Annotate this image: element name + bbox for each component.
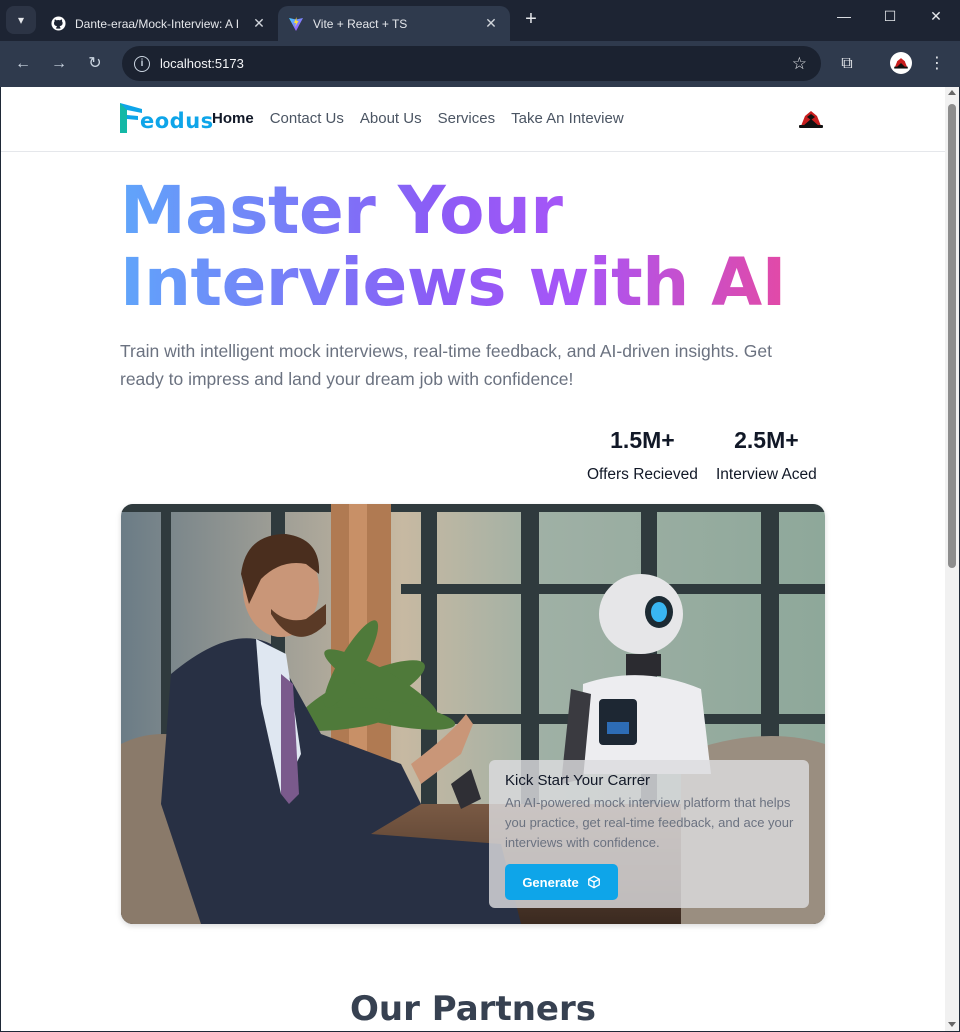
close-window-button[interactable]: ✕ (913, 8, 959, 25)
partners-title: Our Partners (350, 989, 596, 1029)
site-header: eodus Home Contact Us About Us Services … (1, 87, 945, 152)
browser-tab-bar: ▾ Dante-eraa/Mock-Interview: A I ✕ Vite … (0, 0, 960, 41)
stat-label: Interview Aced (716, 466, 817, 483)
tab-title: Dante-eraa/Mock-Interview: A I (75, 16, 240, 31)
logo-mark-icon (120, 103, 142, 133)
tab-close-icon[interactable]: ✕ (250, 15, 268, 32)
stat-value: 1.5M+ (610, 427, 675, 453)
extensions-icon[interactable]: ⧉ (836, 53, 858, 75)
site-logo[interactable]: eodus (120, 103, 214, 133)
nav-contact-us[interactable]: Contact Us (270, 110, 344, 127)
scrollbar-thumb[interactable] (948, 104, 956, 568)
browser-menu-icon[interactable]: ⋮ (926, 53, 948, 75)
hero-image: Kick Start Your Carrer An AI-powered moc… (121, 504, 825, 924)
tab-close-icon[interactable]: ✕ (482, 15, 500, 32)
stat-offers: 1.5M+ Offers Recieved (587, 424, 698, 484)
page-viewport: eodus Home Contact Us About Us Services … (1, 87, 945, 1031)
logo-text: eodus (140, 109, 214, 133)
minimize-button[interactable]: — (821, 8, 867, 24)
user-avatar-icon[interactable] (798, 108, 824, 130)
github-icon (50, 16, 66, 32)
hero-title-line-2: Interviews with AI (120, 244, 786, 321)
bookmark-star-icon[interactable]: ☆ (792, 54, 807, 74)
hero-title: Master Your Interviews with AI (120, 175, 820, 319)
stat-label: Offers Recieved (587, 466, 698, 483)
nav-home[interactable]: Home (212, 110, 254, 127)
browser-toolbar: ← → ↻ i localhost:5173 ☆ ⧉ ⋮ (0, 41, 960, 87)
generate-label: Generate (522, 874, 579, 890)
nav-about-us[interactable]: About Us (360, 110, 422, 127)
tab-search-button[interactable]: ▾ (6, 6, 36, 34)
stat-interviews: 2.5M+ Interview Aced (716, 424, 817, 484)
tab-title: Vite + React + TS (313, 16, 408, 31)
address-text: localhost:5173 (160, 56, 244, 71)
main-nav: Home Contact Us About Us Services Take A… (212, 110, 640, 127)
profile-avatar-icon[interactable] (890, 52, 912, 74)
back-icon[interactable]: ← (11, 52, 35, 76)
generate-button[interactable]: Generate (505, 864, 618, 900)
scroll-up-icon[interactable] (948, 90, 956, 95)
site-info-icon[interactable]: i (134, 55, 150, 72)
card-title: Kick Start Your Carrer (505, 772, 651, 789)
maximize-button[interactable]: ☐ (867, 8, 913, 25)
card-text: An AI-powered mock interview platform th… (505, 795, 794, 850)
tab-vite[interactable]: Vite + React + TS ✕ (278, 6, 510, 41)
tab-github[interactable]: Dante-eraa/Mock-Interview: A I ✕ (40, 6, 278, 41)
new-tab-button[interactable]: + (520, 8, 542, 31)
address-bar[interactable]: i localhost:5173 ☆ (122, 46, 821, 81)
reload-icon[interactable]: ↻ (83, 52, 107, 76)
scroll-down-icon[interactable] (948, 1022, 956, 1027)
page-scrollbar[interactable] (945, 87, 959, 1031)
vite-icon (288, 16, 304, 32)
hero-subtitle: Train with intelligent mock interviews, … (120, 341, 772, 389)
nav-services[interactable]: Services (438, 110, 496, 127)
hero-title-line-1: Master Your (120, 172, 563, 249)
nav-take-an-interview[interactable]: Take An Inteview (511, 110, 624, 127)
kickstart-card: Kick Start Your Carrer An AI-powered moc… (489, 760, 809, 908)
stat-value: 2.5M+ (734, 427, 799, 453)
cube-icon (587, 875, 601, 889)
forward-icon[interactable]: → (47, 52, 71, 76)
